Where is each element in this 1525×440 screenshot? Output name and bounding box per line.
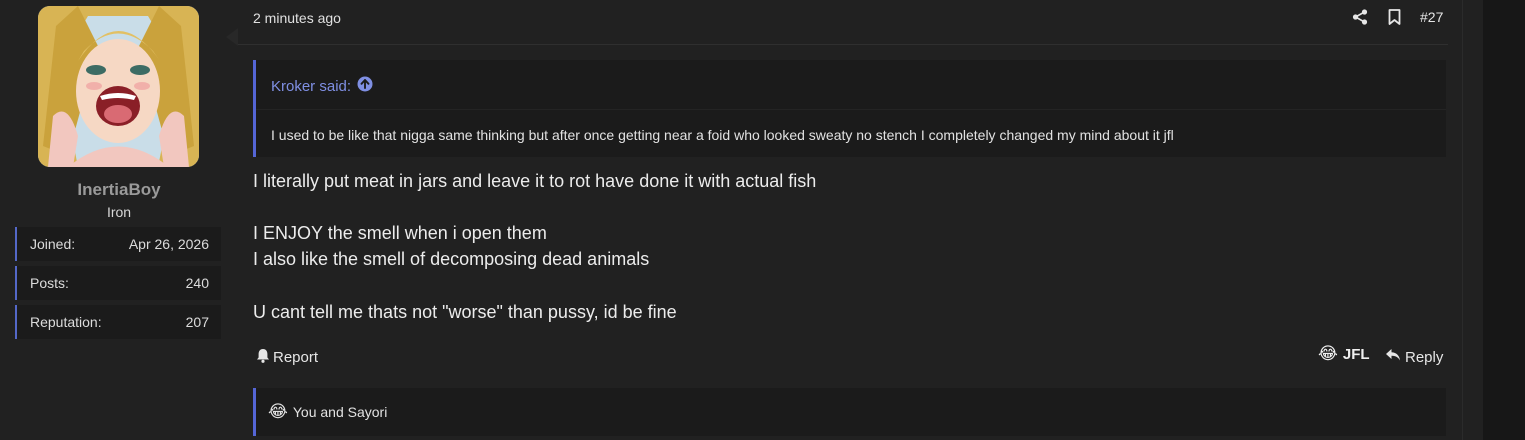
right-edge-panel (1482, 0, 1525, 440)
stat-posts: Posts: 240 (15, 266, 221, 300)
user-panel: InertiaBoy Iron Joined: Apr 26, 2026 Pos… (0, 0, 238, 440)
stat-value: 240 (185, 275, 209, 291)
laughing-emoji-icon: 😂 (268, 401, 288, 422)
reply-button[interactable]: Reply (1385, 348, 1443, 366)
laughing-emoji-icon: 😂 (1318, 344, 1338, 364)
page-gutter (1462, 0, 1483, 440)
stat-joined: Joined: Apr 26, 2026 (15, 227, 221, 261)
message-line: I literally put meat in jars and leave i… (253, 171, 817, 191)
message-line: I ENJOY the smell when i open them (253, 223, 547, 243)
report-label: Report (273, 349, 319, 366)
stat-value: 207 (185, 314, 209, 330)
post-body: 2 minutes ago #27 Kroker said: I used to… (238, 0, 1462, 440)
bookmark-icon[interactable] (1385, 8, 1403, 26)
quote-text: I used to be like that nigga same thinki… (271, 127, 1174, 143)
message-line: I also like the smell of decomposing dea… (253, 249, 650, 269)
post-pointer-arrow (226, 28, 238, 46)
post-header: 2 minutes ago #27 (238, 0, 1448, 45)
username[interactable]: InertiaBoy (0, 180, 238, 200)
quote-author[interactable]: Kroker said: (271, 78, 351, 95)
reactions-summary[interactable]: 😂 You and Sayori (253, 388, 1446, 436)
post-number[interactable]: #27 (1420, 9, 1443, 25)
reply-arrow-icon (1385, 348, 1401, 366)
stat-label: Joined: (30, 236, 76, 252)
avatar[interactable] (38, 6, 199, 167)
report-button[interactable]: Report (256, 348, 318, 367)
share-icon[interactable] (1351, 8, 1369, 26)
stat-label: Posts: (30, 275, 69, 291)
user-title: Iron (106, 204, 132, 220)
bell-icon (256, 348, 270, 367)
stat-value: Apr 26, 2026 (128, 236, 209, 252)
quote-block: Kroker said: I used to be like that nigg… (253, 60, 1446, 157)
quote-divider (256, 109, 1446, 110)
stat-reputation: Reputation: 207 (15, 305, 221, 339)
reaction-label: JFL (1342, 346, 1370, 363)
up-arrow-circle-icon[interactable] (357, 76, 373, 96)
stat-label: Reputation: (30, 314, 102, 330)
reply-label: Reply (1405, 348, 1444, 366)
quote-header[interactable]: Kroker said: (271, 76, 373, 96)
reaction-button[interactable]: 😂 JFL (1318, 344, 1370, 364)
reactions-users[interactable]: You and Sayori (293, 404, 387, 420)
message-line: U cant tell me thats not "worse" than pu… (253, 302, 677, 322)
post-timestamp[interactable]: 2 minutes ago (253, 10, 341, 26)
